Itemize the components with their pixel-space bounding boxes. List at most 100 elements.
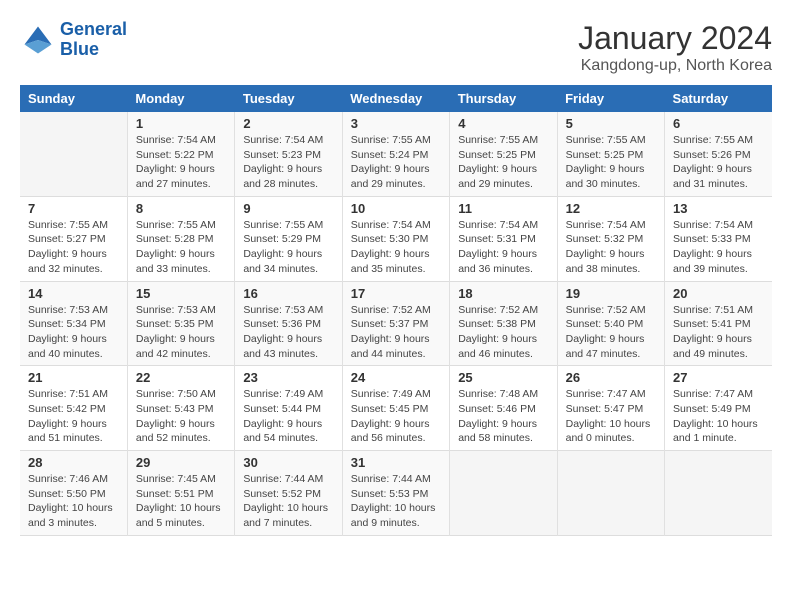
cell-w4-d3: 23 Sunrise: 7:49 AMSunset: 5:44 PMDaylig… [235, 366, 342, 451]
cell-w5-d6 [557, 451, 664, 536]
day-info: Sunrise: 7:44 AMSunset: 5:52 PMDaylight:… [243, 472, 333, 531]
day-info: Sunrise: 7:52 AMSunset: 5:37 PMDaylight:… [351, 303, 441, 362]
day-number: 20 [673, 286, 764, 301]
cell-w5-d3: 30 Sunrise: 7:44 AMSunset: 5:52 PMDaylig… [235, 451, 342, 536]
day-info: Sunrise: 7:54 AMSunset: 5:31 PMDaylight:… [458, 218, 548, 277]
day-number: 6 [673, 116, 764, 131]
day-number: 18 [458, 286, 548, 301]
cell-w3-d6: 19 Sunrise: 7:52 AMSunset: 5:40 PMDaylig… [557, 281, 664, 366]
cell-w1-d1 [20, 112, 127, 196]
cell-w1-d5: 4 Sunrise: 7:55 AMSunset: 5:25 PMDayligh… [450, 112, 557, 196]
day-info: Sunrise: 7:48 AMSunset: 5:46 PMDaylight:… [458, 387, 548, 446]
cell-w4-d2: 22 Sunrise: 7:50 AMSunset: 5:43 PMDaylig… [127, 366, 234, 451]
header-tuesday: Tuesday [235, 85, 342, 112]
day-number: 15 [136, 286, 226, 301]
cell-w2-d7: 13 Sunrise: 7:54 AMSunset: 5:33 PMDaylig… [665, 196, 772, 281]
cell-w4-d6: 26 Sunrise: 7:47 AMSunset: 5:47 PMDaylig… [557, 366, 664, 451]
header-saturday: Saturday [665, 85, 772, 112]
day-info: Sunrise: 7:55 AMSunset: 5:25 PMDaylight:… [458, 133, 548, 192]
cell-w3-d5: 18 Sunrise: 7:52 AMSunset: 5:38 PMDaylig… [450, 281, 557, 366]
day-info: Sunrise: 7:55 AMSunset: 5:27 PMDaylight:… [28, 218, 119, 277]
day-info: Sunrise: 7:52 AMSunset: 5:40 PMDaylight:… [566, 303, 656, 362]
day-number: 22 [136, 370, 226, 385]
logo-icon [20, 22, 56, 58]
day-number: 1 [136, 116, 226, 131]
cell-w5-d4: 31 Sunrise: 7:44 AMSunset: 5:53 PMDaylig… [342, 451, 449, 536]
cell-w4-d5: 25 Sunrise: 7:48 AMSunset: 5:46 PMDaylig… [450, 366, 557, 451]
day-info: Sunrise: 7:54 AMSunset: 5:22 PMDaylight:… [136, 133, 226, 192]
day-info: Sunrise: 7:54 AMSunset: 5:30 PMDaylight:… [351, 218, 441, 277]
day-number: 11 [458, 201, 548, 216]
month-title: January 2024 [578, 20, 772, 57]
day-number: 21 [28, 370, 119, 385]
day-number: 8 [136, 201, 226, 216]
day-number: 29 [136, 455, 226, 470]
day-number: 17 [351, 286, 441, 301]
location: Kangdong-up, North Korea [578, 57, 772, 75]
cell-w2-d4: 10 Sunrise: 7:54 AMSunset: 5:30 PMDaylig… [342, 196, 449, 281]
day-number: 5 [566, 116, 656, 131]
cell-w1-d2: 1 Sunrise: 7:54 AMSunset: 5:22 PMDayligh… [127, 112, 234, 196]
calendar-header-row: Sunday Monday Tuesday Wednesday Thursday… [20, 85, 772, 112]
day-info: Sunrise: 7:54 AMSunset: 5:33 PMDaylight:… [673, 218, 764, 277]
logo-line1: General [60, 19, 127, 39]
day-number: 31 [351, 455, 441, 470]
day-info: Sunrise: 7:47 AMSunset: 5:47 PMDaylight:… [566, 387, 656, 446]
day-number: 26 [566, 370, 656, 385]
cell-w5-d2: 29 Sunrise: 7:45 AMSunset: 5:51 PMDaylig… [127, 451, 234, 536]
cell-w3-d2: 15 Sunrise: 7:53 AMSunset: 5:35 PMDaylig… [127, 281, 234, 366]
day-info: Sunrise: 7:55 AMSunset: 5:24 PMDaylight:… [351, 133, 441, 192]
cell-w2-d5: 11 Sunrise: 7:54 AMSunset: 5:31 PMDaylig… [450, 196, 557, 281]
day-info: Sunrise: 7:50 AMSunset: 5:43 PMDaylight:… [136, 387, 226, 446]
day-info: Sunrise: 7:49 AMSunset: 5:45 PMDaylight:… [351, 387, 441, 446]
day-info: Sunrise: 7:52 AMSunset: 5:38 PMDaylight:… [458, 303, 548, 362]
day-info: Sunrise: 7:55 AMSunset: 5:26 PMDaylight:… [673, 133, 764, 192]
cell-w1-d7: 6 Sunrise: 7:55 AMSunset: 5:26 PMDayligh… [665, 112, 772, 196]
cell-w4-d7: 27 Sunrise: 7:47 AMSunset: 5:49 PMDaylig… [665, 366, 772, 451]
day-number: 2 [243, 116, 333, 131]
cell-w4-d4: 24 Sunrise: 7:49 AMSunset: 5:45 PMDaylig… [342, 366, 449, 451]
cell-w1-d6: 5 Sunrise: 7:55 AMSunset: 5:25 PMDayligh… [557, 112, 664, 196]
cell-w5-d7 [665, 451, 772, 536]
day-info: Sunrise: 7:55 AMSunset: 5:25 PMDaylight:… [566, 133, 656, 192]
day-number: 16 [243, 286, 333, 301]
title-block: January 2024 Kangdong-up, North Korea [578, 20, 772, 75]
page-header: General Blue January 2024 Kangdong-up, N… [20, 20, 772, 75]
cell-w1-d3: 2 Sunrise: 7:54 AMSunset: 5:23 PMDayligh… [235, 112, 342, 196]
day-number: 12 [566, 201, 656, 216]
header-sunday: Sunday [20, 85, 127, 112]
cell-w2-d3: 9 Sunrise: 7:55 AMSunset: 5:29 PMDayligh… [235, 196, 342, 281]
cell-w3-d3: 16 Sunrise: 7:53 AMSunset: 5:36 PMDaylig… [235, 281, 342, 366]
day-info: Sunrise: 7:46 AMSunset: 5:50 PMDaylight:… [28, 472, 119, 531]
day-info: Sunrise: 7:53 AMSunset: 5:35 PMDaylight:… [136, 303, 226, 362]
day-number: 9 [243, 201, 333, 216]
week-row-1: 1 Sunrise: 7:54 AMSunset: 5:22 PMDayligh… [20, 112, 772, 196]
cell-w5-d5 [450, 451, 557, 536]
day-number: 25 [458, 370, 548, 385]
day-info: Sunrise: 7:55 AMSunset: 5:28 PMDaylight:… [136, 218, 226, 277]
header-wednesday: Wednesday [342, 85, 449, 112]
week-row-3: 14 Sunrise: 7:53 AMSunset: 5:34 PMDaylig… [20, 281, 772, 366]
day-info: Sunrise: 7:49 AMSunset: 5:44 PMDaylight:… [243, 387, 333, 446]
cell-w5-d1: 28 Sunrise: 7:46 AMSunset: 5:50 PMDaylig… [20, 451, 127, 536]
header-thursday: Thursday [450, 85, 557, 112]
day-info: Sunrise: 7:51 AMSunset: 5:41 PMDaylight:… [673, 303, 764, 362]
day-info: Sunrise: 7:47 AMSunset: 5:49 PMDaylight:… [673, 387, 764, 446]
day-number: 24 [351, 370, 441, 385]
cell-w4-d1: 21 Sunrise: 7:51 AMSunset: 5:42 PMDaylig… [20, 366, 127, 451]
day-number: 30 [243, 455, 333, 470]
day-number: 7 [28, 201, 119, 216]
cell-w2-d1: 7 Sunrise: 7:55 AMSunset: 5:27 PMDayligh… [20, 196, 127, 281]
cell-w2-d2: 8 Sunrise: 7:55 AMSunset: 5:28 PMDayligh… [127, 196, 234, 281]
header-monday: Monday [127, 85, 234, 112]
day-number: 4 [458, 116, 548, 131]
day-info: Sunrise: 7:51 AMSunset: 5:42 PMDaylight:… [28, 387, 119, 446]
day-number: 10 [351, 201, 441, 216]
calendar-table: Sunday Monday Tuesday Wednesday Thursday… [20, 85, 772, 536]
day-number: 28 [28, 455, 119, 470]
cell-w3-d1: 14 Sunrise: 7:53 AMSunset: 5:34 PMDaylig… [20, 281, 127, 366]
cell-w1-d4: 3 Sunrise: 7:55 AMSunset: 5:24 PMDayligh… [342, 112, 449, 196]
logo-line2: Blue [60, 39, 99, 59]
day-number: 23 [243, 370, 333, 385]
day-info: Sunrise: 7:45 AMSunset: 5:51 PMDaylight:… [136, 472, 226, 531]
